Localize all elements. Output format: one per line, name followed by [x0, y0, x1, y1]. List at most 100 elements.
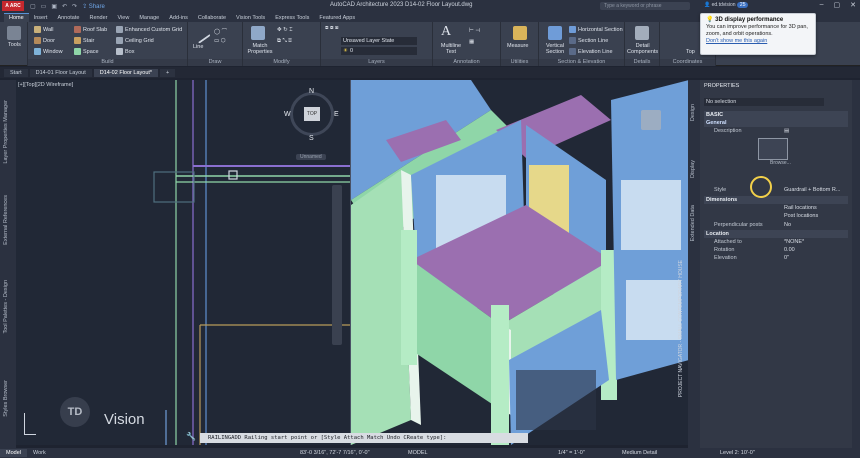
ceiling-grid-button[interactable]: Ceiling Grid — [116, 37, 154, 44]
wall-button[interactable]: Wall — [34, 26, 54, 33]
layer-state-dropdown[interactable]: Unsaved Layer State — [341, 37, 417, 45]
compass-west[interactable]: W — [284, 111, 291, 118]
display-detail[interactable]: Medium Detail — [622, 450, 657, 456]
app-logo[interactable]: A ARC — [2, 1, 24, 11]
wrench-icon[interactable]: 🔧 — [186, 432, 196, 441]
palette-layer-properties[interactable]: Layer Properties Manager — [3, 100, 9, 164]
ribbon-tab-home[interactable]: Home — [4, 13, 29, 22]
palette-external-references[interactable]: External References — [3, 195, 9, 245]
new-icon[interactable]: ▢ — [30, 3, 36, 10]
vertical-section-button[interactable]: Vertical Section — [542, 43, 568, 55]
section-line-button[interactable]: Section Line — [569, 37, 608, 44]
layer-tools-icon[interactable]: ⧈ ⧇ ⧆ — [325, 25, 339, 32]
redo-icon[interactable]: ↷ — [72, 3, 77, 10]
work-tab[interactable]: Work — [27, 449, 52, 457]
measure-button[interactable]: Measure — [507, 43, 528, 49]
dimensions-header[interactable]: Dimensions — [704, 196, 848, 204]
user-account[interactable]: 👤 ed.tdvision 25 — [704, 2, 749, 8]
match-properties-button[interactable]: Match Properties — [246, 43, 274, 55]
ribbon-tab-annotate[interactable]: Annotate — [52, 14, 84, 22]
ribbon-tab-featured-apps[interactable]: Featured Apps — [314, 14, 360, 22]
basic-header[interactable]: BASIC — [704, 111, 848, 119]
location-header[interactable]: Location — [704, 230, 848, 238]
style-row[interactable]: Style Guardrail + Bottom R... — [704, 187, 848, 195]
table-icon[interactable]: ▦ — [469, 39, 474, 45]
ribbon-tab-render[interactable]: Render — [84, 14, 112, 22]
search-input[interactable]: Type a keyword or phrase — [600, 2, 690, 10]
general-header[interactable]: General — [704, 119, 848, 127]
door-button[interactable]: Door — [34, 37, 55, 44]
detail-components-button[interactable]: Detail Components — [627, 43, 658, 55]
line-button[interactable]: Line — [193, 44, 203, 50]
undo-icon[interactable]: ↶ — [62, 3, 67, 10]
compass-north[interactable]: N — [309, 88, 314, 95]
toolbox-icon[interactable] — [7, 26, 21, 40]
viewcube-top[interactable]: TOP — [304, 107, 320, 121]
perpendicular-posts-row[interactable]: Perpendicular posts No — [704, 222, 848, 230]
ribbon-tab-collaborate[interactable]: Collaborate — [193, 14, 231, 22]
multiline-text-icon[interactable]: A — [441, 24, 451, 40]
open-icon[interactable]: ▭ — [41, 3, 47, 10]
ribbon-tab-add-ins[interactable]: Add-ins — [164, 14, 193, 22]
line-icon[interactable] — [191, 24, 211, 44]
dont-show-link[interactable]: Don't show me this again — [706, 38, 810, 45]
ucs-top-button[interactable]: Top — [686, 49, 695, 55]
model-space-toggle[interactable]: MODEL — [408, 450, 428, 456]
file-tab[interactable]: D14-01 Floor Layout — [29, 68, 92, 77]
coordinates-readout[interactable]: 83'-0 3/16", 72'-7 7/16", 0'-0" — [300, 450, 370, 456]
properties-scrollbar[interactable] — [852, 80, 860, 448]
match-properties-icon[interactable] — [251, 26, 265, 40]
palette-styles-browser[interactable]: Styles Browser — [3, 380, 9, 417]
layer-dropdown[interactable]: ☀ 0 — [341, 47, 417, 55]
rail-locations-row[interactable]: Rail locations — [704, 205, 848, 213]
dimension-icon[interactable]: ⊢ ⊣ — [469, 28, 480, 34]
compass-south[interactable]: S — [309, 135, 314, 142]
ribbon-tab-view[interactable]: View — [113, 14, 135, 22]
vertical-section-icon[interactable] — [548, 26, 562, 40]
minimize-icon[interactable]: – — [820, 1, 824, 9]
compass-east[interactable]: E — [334, 111, 339, 118]
plan-viewport[interactable]: [+][Top][2D Wireframe] TOP N S E W Unnam… — [16, 80, 350, 445]
copy-icon[interactable]: ⧉ ⤡ ⌸ — [277, 38, 292, 45]
ribbon-tab-express-tools[interactable]: Express Tools — [270, 14, 314, 22]
palette-tool-palettes[interactable]: Tool Palettes - Design — [3, 280, 9, 334]
browse-link[interactable]: Browse... — [770, 160, 791, 166]
rectangle-icon[interactable]: ▭ ⬡ — [214, 38, 226, 44]
measure-icon[interactable] — [513, 26, 527, 40]
move-icon[interactable]: ✥ ↻ ⌶ — [277, 27, 293, 34]
properties-tab-design[interactable]: Design — [690, 104, 696, 121]
ucs-unnamed[interactable]: Unnamed — [296, 154, 326, 160]
rotation-row[interactable]: Rotation 0.00 — [704, 247, 848, 255]
box-button[interactable]: Box — [116, 48, 134, 55]
model-tab[interactable]: Model — [0, 449, 27, 457]
horizontal-section-button[interactable]: Horizontal Section — [569, 26, 623, 33]
ribbon-tab-manage[interactable]: Manage — [134, 14, 164, 22]
ribbon-tab-vision-tools[interactable]: Vision Tools — [231, 14, 270, 22]
command-line[interactable]: RAILINGADD Railing start point or [Style… — [200, 433, 528, 443]
multiline-text-button[interactable]: Multiline Text — [437, 43, 465, 55]
custom-grid-button[interactable]: Enhanced Custom Grid — [116, 26, 182, 33]
navigation-bar[interactable] — [332, 185, 342, 345]
properties-tab-display[interactable]: Display — [690, 160, 696, 178]
selection-dropdown[interactable]: No selection — [704, 98, 824, 106]
detail-components-icon[interactable] — [635, 26, 649, 40]
window-button[interactable]: Window — [34, 48, 63, 55]
post-locations-row[interactable]: Post locations — [704, 213, 848, 221]
elevation-row[interactable]: Elevation 0" — [704, 255, 848, 263]
level-indicator[interactable]: Level 2: 10'-0" — [720, 450, 755, 456]
file-tab[interactable]: D14-02 Floor Layout* — [93, 68, 159, 77]
stair-button[interactable]: Stair — [74, 37, 94, 44]
3d-viewport[interactable] — [350, 80, 688, 445]
save-icon[interactable]: ▣ — [51, 3, 57, 10]
ribbon-tab-insert[interactable]: Insert — [29, 14, 53, 22]
viewcube-3d[interactable] — [641, 110, 661, 130]
project-navigator-label[interactable]: PROJECT NAVIGATOR - SMALL CONTEMPORARY H… — [678, 260, 684, 397]
file-tab[interactable]: Start — [4, 68, 28, 77]
space-button[interactable]: Space — [74, 48, 99, 55]
share-button[interactable]: ⇪ Share — [82, 3, 105, 10]
roof-slab-button[interactable]: Roof Slab — [74, 26, 107, 33]
circle-icon[interactable]: ◯ ⌒ — [214, 27, 227, 35]
properties-tab-extended[interactable]: Extended Data — [690, 205, 696, 241]
tools-button[interactable]: Tools — [8, 42, 21, 48]
elevation-line-button[interactable]: Elevation Line — [569, 48, 613, 55]
